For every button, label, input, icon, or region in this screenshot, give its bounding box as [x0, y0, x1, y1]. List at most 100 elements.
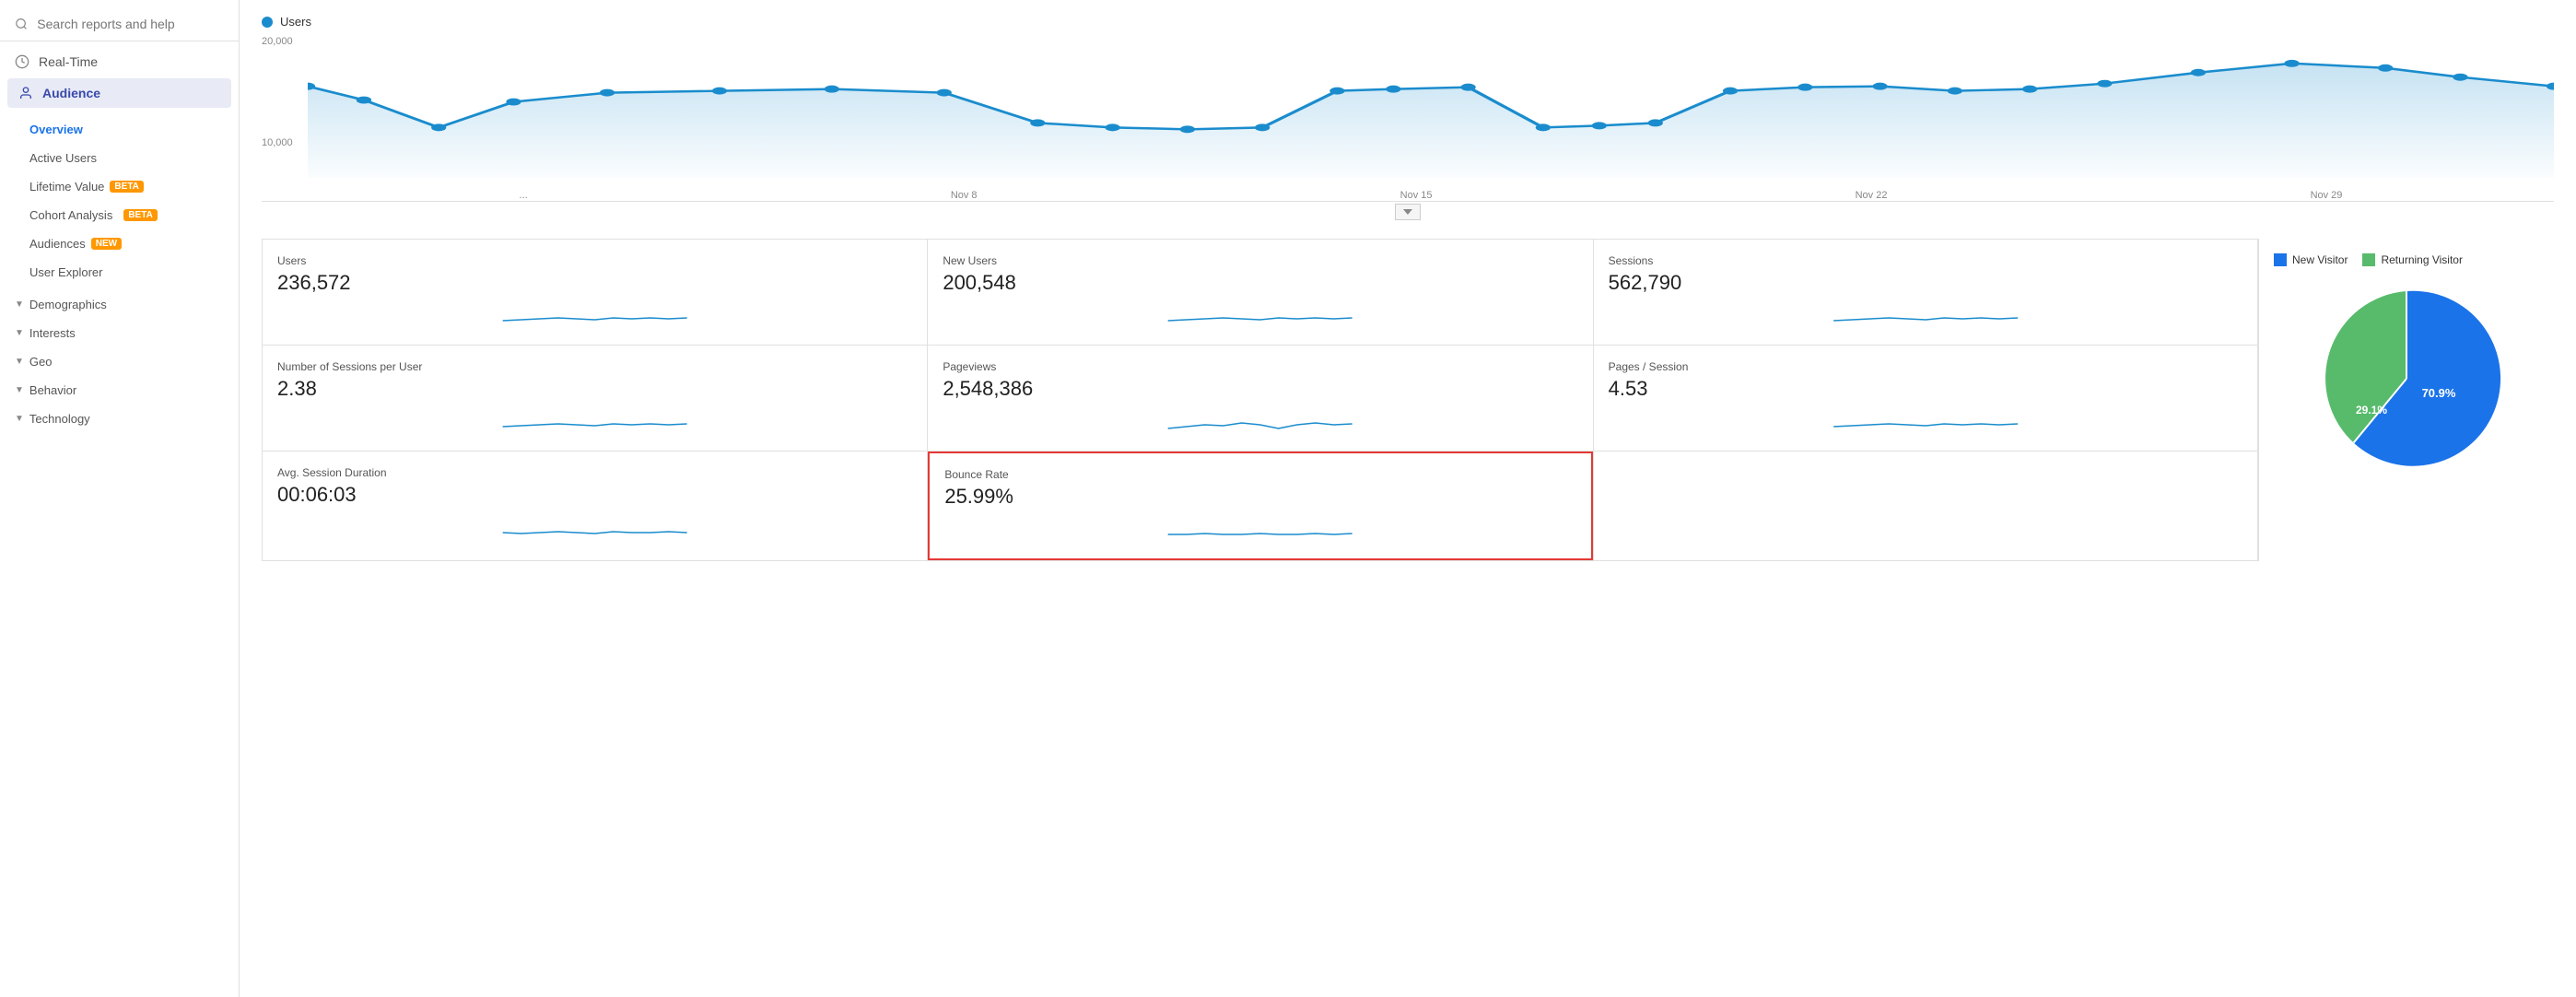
x-label-start: ... — [520, 190, 528, 201]
nav-groups: ▼ Demographics ▼ Interests ▼ Geo ▼ Behav… — [0, 290, 239, 433]
metric-value-sessions: 562,790 — [1609, 271, 2242, 295]
metric-card-bounce-rate: Bounce Rate 25.99% — [928, 452, 1592, 560]
pie-chart: 70.9% 29.1% — [2305, 277, 2508, 480]
users-legend-dot — [262, 17, 273, 28]
audience-subnav: Overview Active Users Lifetime Value BET… — [0, 111, 239, 290]
x-label-nov8: Nov 8 — [951, 190, 978, 201]
metric-label-sessions: Sessions — [1609, 254, 2242, 267]
new-badge-audiences: NEW — [91, 238, 122, 250]
beta-badge-lifetime: BETA — [110, 181, 143, 193]
mini-chart-new-users — [943, 302, 1577, 330]
metric-card-new-users: New Users 200,548 — [928, 240, 1592, 345]
x-label-nov29: Nov 29 — [2311, 190, 2343, 201]
line-chart: 20,000 10,000 — [262, 36, 2554, 202]
returning-visitor-color-box — [2362, 253, 2375, 266]
metric-value-avg-session-duration: 00:06:03 — [277, 483, 912, 507]
geo-label: Geo — [29, 355, 53, 369]
metric-value-sessions-per-user: 2.38 — [277, 377, 912, 401]
metric-label-avg-session-duration: Avg. Session Duration — [277, 466, 912, 479]
content-area: Users 236,572 New Users 200,548 Sessions… — [262, 239, 2554, 561]
metrics-grid: Users 236,572 New Users 200,548 Sessions… — [262, 239, 2259, 561]
nav-group-interests[interactable]: ▼ Interests — [0, 319, 239, 347]
new-visitor-legend-label: New Visitor — [2292, 253, 2348, 266]
interests-label: Interests — [29, 326, 76, 340]
x-label-nov15: Nov 15 — [1400, 190, 1433, 201]
audiences-label: Audiences — [29, 237, 86, 251]
metric-label-new-users: New Users — [943, 254, 1577, 267]
cohort-label: Cohort Analysis — [29, 208, 112, 222]
chart-svg — [308, 36, 2554, 182]
mini-chart-pageviews — [943, 408, 1577, 436]
metric-value-new-users: 200,548 — [943, 271, 1577, 295]
metric-label-bounce-rate: Bounce Rate — [944, 468, 1575, 481]
chart-expand-button[interactable] — [1395, 204, 1421, 220]
metric-label-pageviews: Pageviews — [943, 360, 1577, 373]
sidebar: Real-Time Audience Overview Active Users… — [0, 0, 240, 997]
chevron-geo-icon: ▼ — [15, 357, 24, 367]
sidebar-item-audience[interactable]: Audience — [7, 78, 231, 108]
beta-badge-cohort: BETA — [123, 209, 157, 221]
nav-group-geo[interactable]: ▼ Geo — [0, 347, 239, 376]
technology-label: Technology — [29, 412, 90, 426]
chart-x-labels: ... Nov 8 Nov 15 Nov 22 Nov 29 — [308, 190, 2554, 201]
nav-group-demographics[interactable]: ▼ Demographics — [0, 290, 239, 319]
metric-card-avg-session-duration: Avg. Session Duration 00:06:03 — [263, 452, 927, 560]
right-panel: New Visitor Returning Visitor — [2259, 239, 2554, 561]
mini-chart-bounce-rate — [944, 516, 1575, 544]
metric-card-users: Users 236,572 — [263, 240, 927, 345]
metric-card-pages-per-session: Pages / Session 4.53 — [1594, 346, 2258, 451]
returning-visitor-pct-label: 29.1% — [2356, 404, 2387, 416]
chevron-behavior-icon: ▼ — [15, 385, 24, 395]
y-label-top: 20,000 — [262, 36, 308, 47]
expand-arrow-icon — [1403, 209, 1412, 215]
metric-label-sessions-per-user: Number of Sessions per User — [277, 360, 912, 373]
y-label-mid: 10,000 — [262, 137, 308, 148]
metric-card-sessions-per-user: Number of Sessions per User 2.38 — [263, 346, 927, 451]
metric-label-users: Users — [277, 254, 912, 267]
nav-section-top: Real-Time Audience — [0, 41, 239, 111]
active-users-label: Active Users — [29, 151, 97, 165]
mini-chart-avg-session-duration — [277, 514, 912, 542]
mini-chart-pages-per-session — [1609, 408, 2242, 436]
nav-group-technology[interactable]: ▼ Technology — [0, 405, 239, 433]
sidebar-item-cohort-analysis[interactable]: Cohort Analysis BETA — [0, 201, 239, 229]
nav-group-behavior[interactable]: ▼ Behavior — [0, 376, 239, 405]
demographics-label: Demographics — [29, 298, 107, 311]
sidebar-item-lifetime-value[interactable]: Lifetime Value BETA — [0, 172, 239, 201]
sidebar-item-active-users[interactable]: Active Users — [0, 144, 239, 172]
chevron-technology-icon: ▼ — [15, 414, 24, 424]
metric-value-pages-per-session: 4.53 — [1609, 377, 2242, 401]
metrics-section: Users 236,572 New Users 200,548 Sessions… — [262, 239, 2259, 561]
metric-card-pageviews: Pageviews 2,548,386 — [928, 346, 1592, 451]
metric-label-pages-per-session: Pages / Session — [1609, 360, 2242, 373]
metric-value-pageviews: 2,548,386 — [943, 377, 1577, 401]
sidebar-item-label: Audience — [42, 86, 100, 100]
main-content: Users 20,000 10,000 — [240, 0, 2576, 997]
mini-chart-sessions — [1609, 302, 2242, 330]
chart-svg-wrapper — [308, 36, 2554, 182]
x-label-nov22: Nov 22 — [1856, 190, 1888, 201]
behavior-label: Behavior — [29, 383, 76, 397]
chevron-interests-icon: ▼ — [15, 328, 24, 338]
sidebar-item-label: Real-Time — [39, 54, 98, 69]
metric-card-sessions: Sessions 562,790 — [1594, 240, 2258, 345]
users-legend-label: Users — [280, 15, 311, 29]
search-input[interactable] — [37, 17, 224, 31]
search-icon — [15, 17, 28, 31]
metric-value-bounce-rate: 25.99% — [944, 485, 1575, 509]
pie-legend: New Visitor Returning Visitor — [2274, 253, 2463, 266]
overview-label: Overview — [29, 123, 83, 136]
sidebar-item-audiences[interactable]: Audiences NEW — [0, 229, 239, 258]
user-explorer-label: User Explorer — [29, 265, 102, 279]
mini-chart-sessions-per-user — [277, 408, 912, 436]
pie-svg: 70.9% 29.1% — [2305, 277, 2508, 480]
new-visitor-pct-label: 70.9% — [2422, 386, 2456, 400]
search-bar[interactable] — [0, 7, 239, 41]
returning-visitor-legend-label: Returning Visitor — [2381, 253, 2463, 266]
sidebar-item-realtime[interactable]: Real-Time — [0, 45, 239, 78]
sidebar-item-overview[interactable]: Overview — [0, 115, 239, 144]
chart-legend: Users — [262, 15, 2554, 29]
sidebar-item-user-explorer[interactable]: User Explorer — [0, 258, 239, 287]
mini-chart-users — [277, 302, 912, 330]
chart-y-labels: 20,000 10,000 — [262, 36, 308, 182]
